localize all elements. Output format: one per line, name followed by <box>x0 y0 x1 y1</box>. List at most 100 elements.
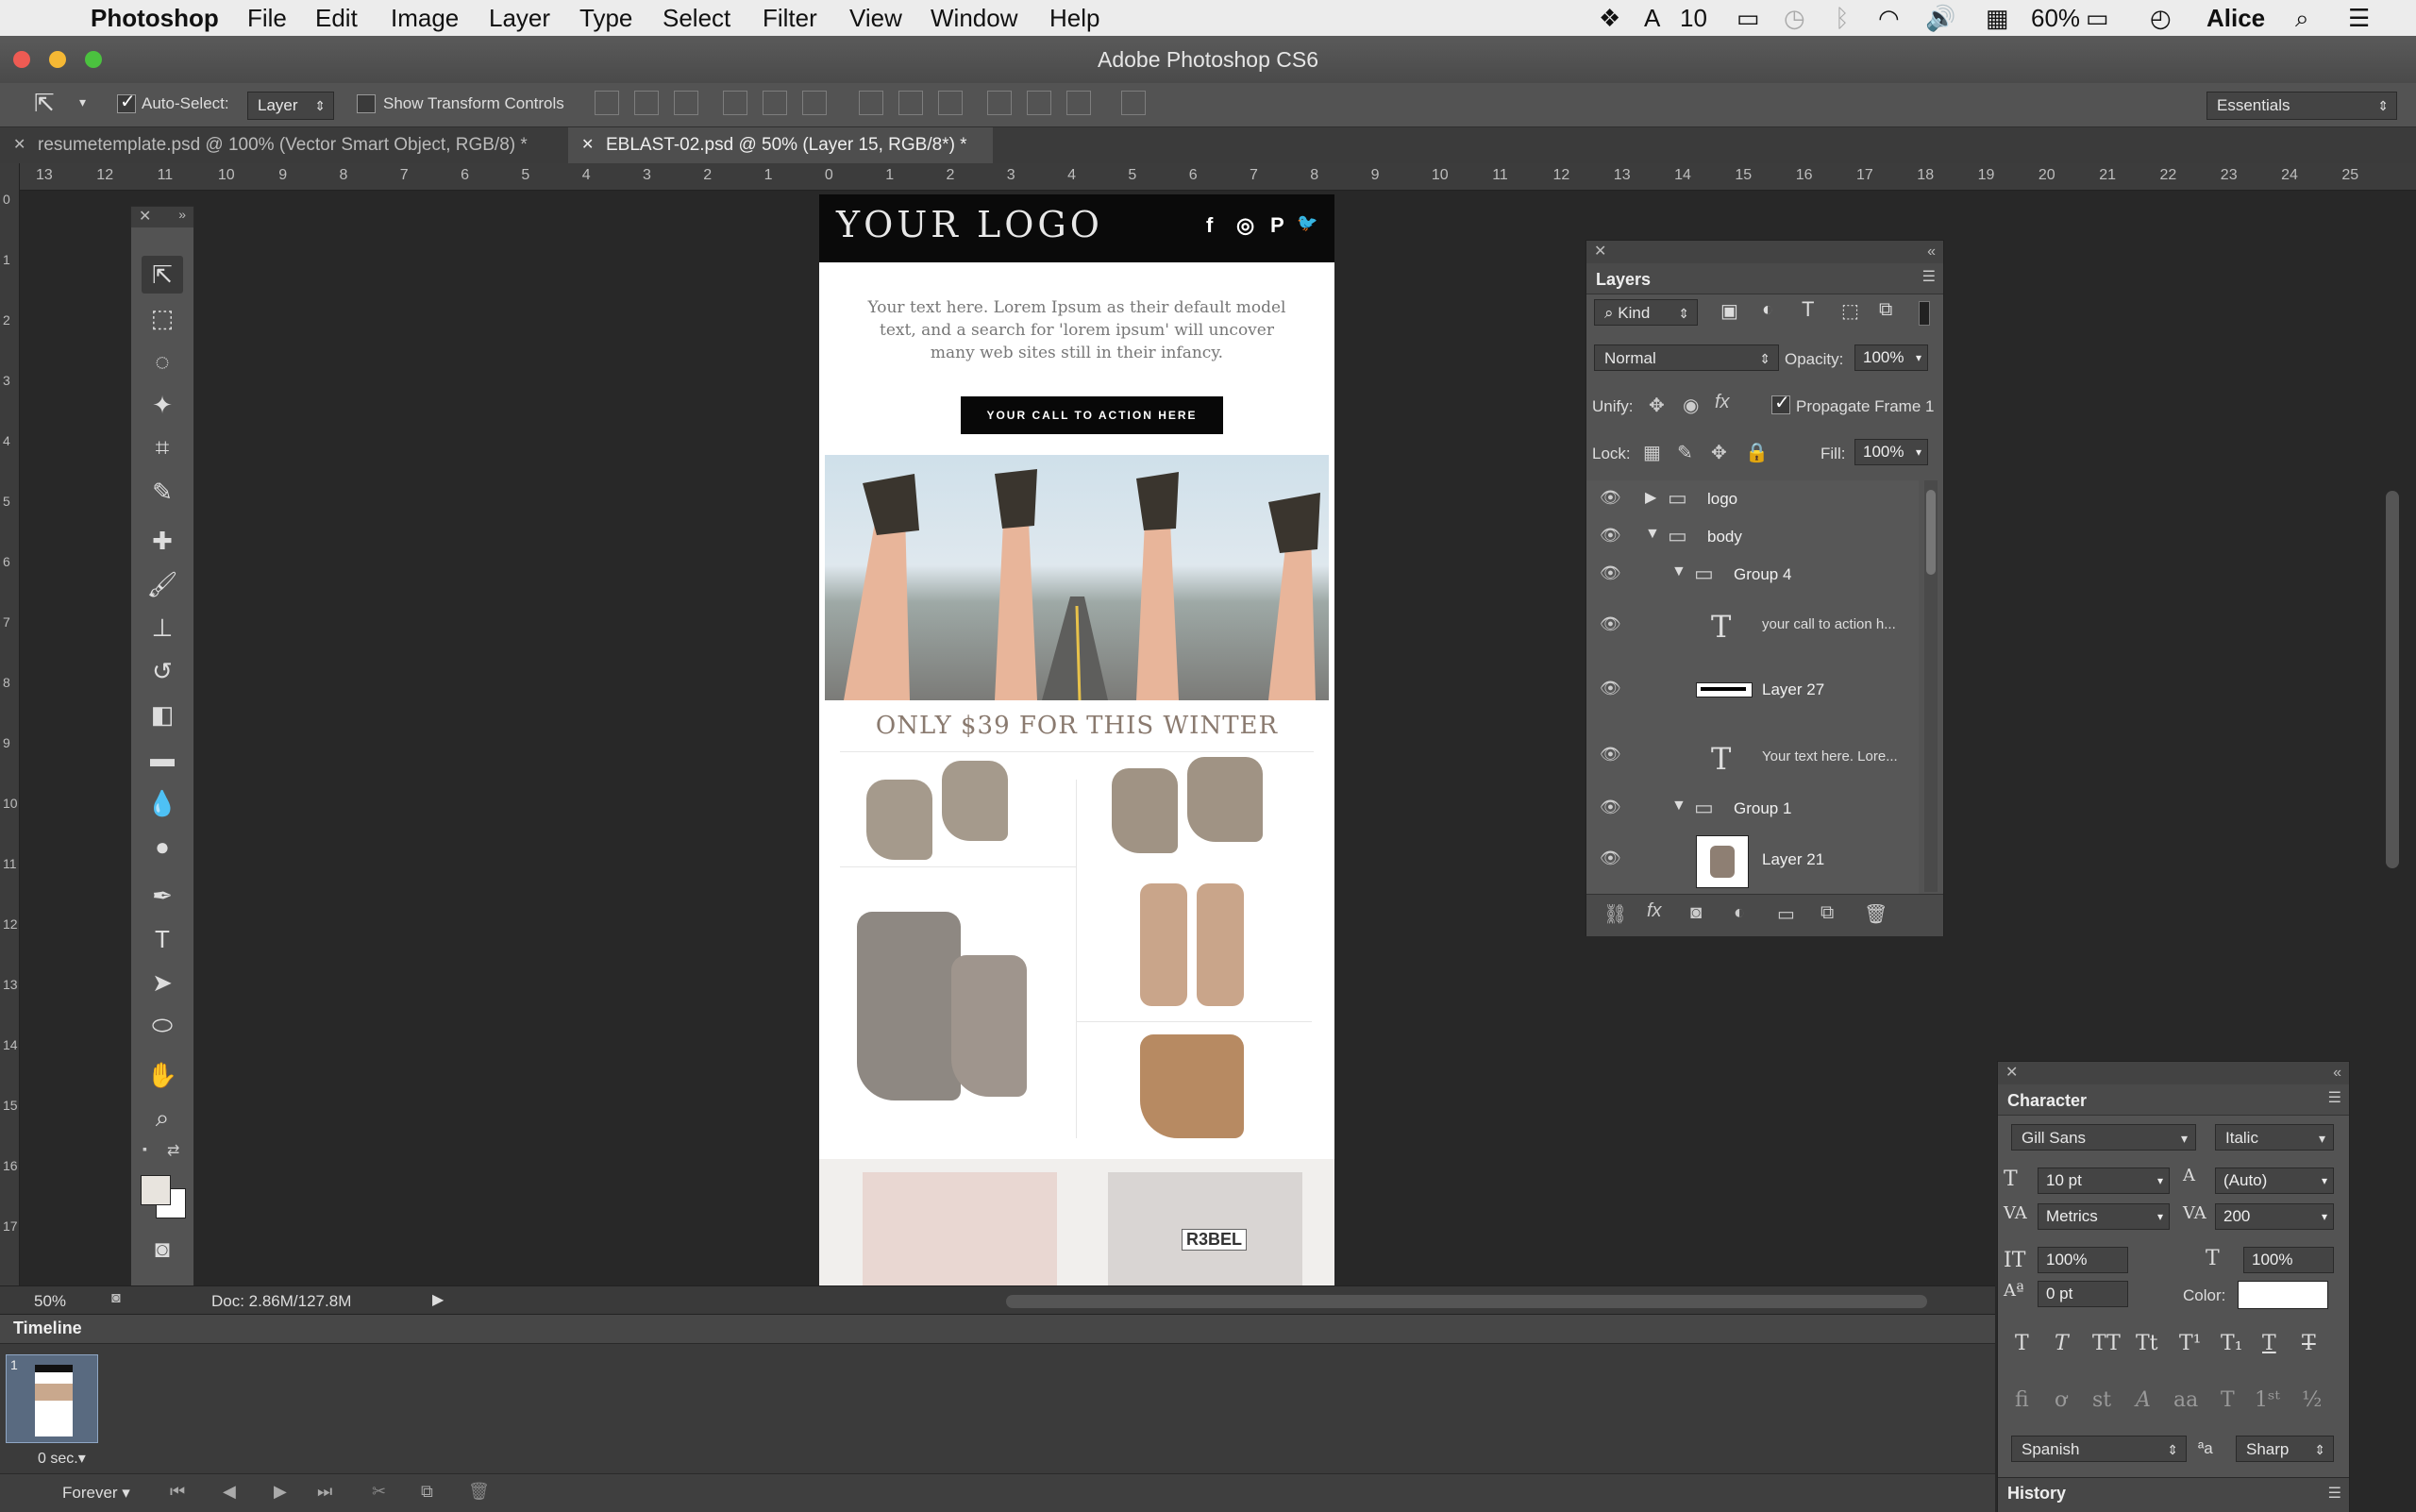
language-dropdown[interactable]: Spanish ⇕ <box>2011 1436 2187 1462</box>
next-frame-icon[interactable]: ⏭ <box>317 1482 332 1502</box>
menu-view[interactable]: View <box>849 0 902 36</box>
chevron-down-icon[interactable]: ▾ <box>79 94 86 110</box>
unify-position-icon[interactable]: ✥ <box>1649 394 1665 417</box>
doc-size[interactable]: Doc: 2.86M/127.8M <box>211 1292 351 1311</box>
workspace-dropdown[interactable]: Essentials ⇕ <box>2206 92 2397 120</box>
subscript-icon[interactable]: T₁ <box>2221 1332 2243 1355</box>
visibility-eye-icon[interactable]: 👁 <box>1600 563 1621 583</box>
adobe-icon[interactable]: A <box>1644 0 1660 36</box>
expand-arrow-icon[interactable]: ▶ <box>1645 488 1656 507</box>
menu-edit[interactable]: Edit <box>315 0 358 36</box>
opacity-field[interactable]: 100% ▾ <box>1854 344 1928 371</box>
default-colors-icon[interactable]: ▪ <box>143 1141 147 1156</box>
distribute-left-icon[interactable] <box>987 91 1012 115</box>
align-bottom-icon[interactable] <box>674 91 698 115</box>
align-vcenter-icon[interactable] <box>634 91 659 115</box>
lock-transparency-icon[interactable]: ▦ <box>1643 441 1661 464</box>
lasso-tool-icon[interactable]: ◌ <box>142 343 183 380</box>
titling-alternates-icon[interactable]: aa <box>2173 1388 2198 1412</box>
ellipse-tool-icon[interactable]: ⬭ <box>142 1007 183 1045</box>
ordinals-icon[interactable]: 1ˢᵗ <box>2255 1388 2280 1412</box>
blend-mode-dropdown[interactable]: Normal ⇕ <box>1594 344 1779 371</box>
delete-frame-icon[interactable]: 🗑 <box>468 1482 490 1502</box>
lock-all-icon[interactable]: 🔒 <box>1745 441 1769 464</box>
vertical-ruler[interactable]: 0 1 2 3 4 5 6 7 8 9 10 11 12 13 14 15 16 17 <box>0 163 20 1296</box>
unify-style-icon[interactable]: fx <box>1715 392 1730 413</box>
swash-icon[interactable]: st <box>2092 1388 2111 1412</box>
stamp-tool-icon[interactable]: ⊥ <box>142 609 183 647</box>
marquee-tool-icon[interactable]: ⬚ <box>142 299 183 337</box>
expand-icon[interactable]: » <box>178 207 186 222</box>
tab-resumetemplate[interactable]: ✕ resumetemplate.psd @ 100% (Vector Smar… <box>0 127 566 163</box>
unify-visibility-icon[interactable]: ◉ <box>1683 394 1699 417</box>
trash-icon[interactable]: 🗑 <box>1864 902 1888 926</box>
align-left-icon[interactable] <box>723 91 747 115</box>
strikethrough-icon[interactable]: T <box>2302 1332 2316 1355</box>
filter-kind-dropdown[interactable]: ⌕ Kind ⇕ <box>1594 299 1698 326</box>
zoom-level[interactable]: 50% <box>34 1292 66 1311</box>
clock-icon[interactable]: ◴ <box>2150 0 2172 36</box>
tab-layers[interactable]: Layers <box>1596 263 1651 295</box>
collapse-arrow-icon[interactable]: ▼ <box>1671 798 1686 815</box>
filter-shape-icon[interactable]: ⬚ <box>1841 299 1859 323</box>
distribute-top-icon[interactable] <box>859 91 883 115</box>
menu-type[interactable]: Type <box>579 0 632 36</box>
layers-scrollbar[interactable] <box>1924 480 1938 892</box>
wifi-icon[interactable]: ◠ <box>1878 0 1900 36</box>
eyedropper-tool-icon[interactable]: ✎ <box>142 473 183 511</box>
crop-tool-icon[interactable]: ⌗ <box>142 429 183 467</box>
distribute-right-icon[interactable] <box>1066 91 1091 115</box>
notification-center-icon[interactable]: ☰ <box>2348 0 2370 36</box>
font-family-dropdown[interactable]: Gill Sans ▾ <box>2011 1124 2196 1151</box>
history-panel-tab[interactable]: History ☰ <box>1998 1477 2349 1512</box>
adjustment-layer-icon[interactable]: ◐ <box>1734 902 1745 924</box>
layer-row[interactable]: 👁 T Your text here. Lore... <box>1586 724 1919 791</box>
layer-mask-icon[interactable]: ◙ <box>1690 902 1702 924</box>
duplicate-frame-icon[interactable]: ⧉ <box>421 1482 433 1502</box>
user-name[interactable]: Alice <box>2206 0 2265 36</box>
status-icon[interactable]: ◙ <box>111 1290 121 1307</box>
horizontal-scale-field[interactable]: 100% <box>2243 1247 2334 1273</box>
battery-icon[interactable]: ▭ <box>2086 0 2109 36</box>
bluetooth-icon[interactable]: ᛒ <box>1835 0 1850 36</box>
status-menu-arrow-icon[interactable]: ▶ <box>432 1290 444 1309</box>
airplay-icon[interactable]: ▭ <box>1736 0 1760 36</box>
new-layer-icon[interactable]: ⧉ <box>1820 902 1834 924</box>
tab-timeline[interactable]: Timeline <box>13 1319 82 1338</box>
filter-type-icon[interactable]: T <box>1802 297 1814 322</box>
show-transform-checkbox[interactable] <box>357 94 376 113</box>
layer-row[interactable]: 👁 ▶ ▭ logo <box>1586 480 1919 519</box>
first-frame-icon[interactable]: ⏮ <box>170 1482 185 1502</box>
new-group-icon[interactable]: ▭ <box>1777 902 1795 926</box>
distribute-bottom-icon[interactable] <box>938 91 963 115</box>
collapse-arrow-icon[interactable]: ▼ <box>1645 526 1660 543</box>
path-selection-tool-icon[interactable]: ➤ <box>142 964 183 1001</box>
menu-layer[interactable]: Layer <box>489 0 550 36</box>
tween-icon[interactable]: ✂ <box>372 1482 386 1502</box>
antialias-dropdown[interactable]: Sharp ⇕ <box>2236 1436 2334 1462</box>
tab-history[interactable]: History <box>2007 1484 2066 1504</box>
panel-menu-icon[interactable]: ☰ <box>2328 1088 2341 1107</box>
faux-italic-icon[interactable]: T <box>2055 1332 2069 1355</box>
layer-row[interactable]: 👁 ▼ ▭ body <box>1586 518 1919 557</box>
tracking-field[interactable]: 200 ▾ <box>2215 1203 2334 1230</box>
move-tool-icon[interactable]: ⇱ <box>142 256 183 294</box>
auto-select-dropdown[interactable]: Layer ⇕ <box>247 92 334 120</box>
flag-icon[interactable]: ▦ <box>1986 0 2009 36</box>
small-caps-icon[interactable]: Tt <box>2136 1332 2158 1355</box>
close-icon[interactable]: ✕ <box>1594 241 1606 263</box>
loop-dropdown[interactable]: Forever ▾ <box>62 1484 130 1503</box>
fractions-icon[interactable]: ½ <box>2302 1388 2322 1412</box>
collapse-icon[interactable]: « <box>2333 1062 2341 1084</box>
tab-character[interactable]: Character <box>2007 1084 2087 1117</box>
gradient-tool-icon[interactable]: ▬ <box>142 739 183 777</box>
time-machine-icon[interactable]: ◷ <box>1784 0 1805 36</box>
type-tool-icon[interactable]: T <box>142 920 183 958</box>
close-tab-icon[interactable]: ✕ <box>581 127 594 163</box>
visibility-eye-icon[interactable]: 👁 <box>1600 848 1621 868</box>
volume-icon[interactable]: 🔊 <box>1925 0 1955 36</box>
superscript-icon[interactable]: T¹ <box>2179 1332 2202 1355</box>
visibility-eye-icon[interactable]: 👁 <box>1600 488 1621 508</box>
layer-style-icon[interactable]: fx <box>1647 900 1662 922</box>
vertical-scale-field[interactable]: 100% <box>2038 1247 2128 1273</box>
